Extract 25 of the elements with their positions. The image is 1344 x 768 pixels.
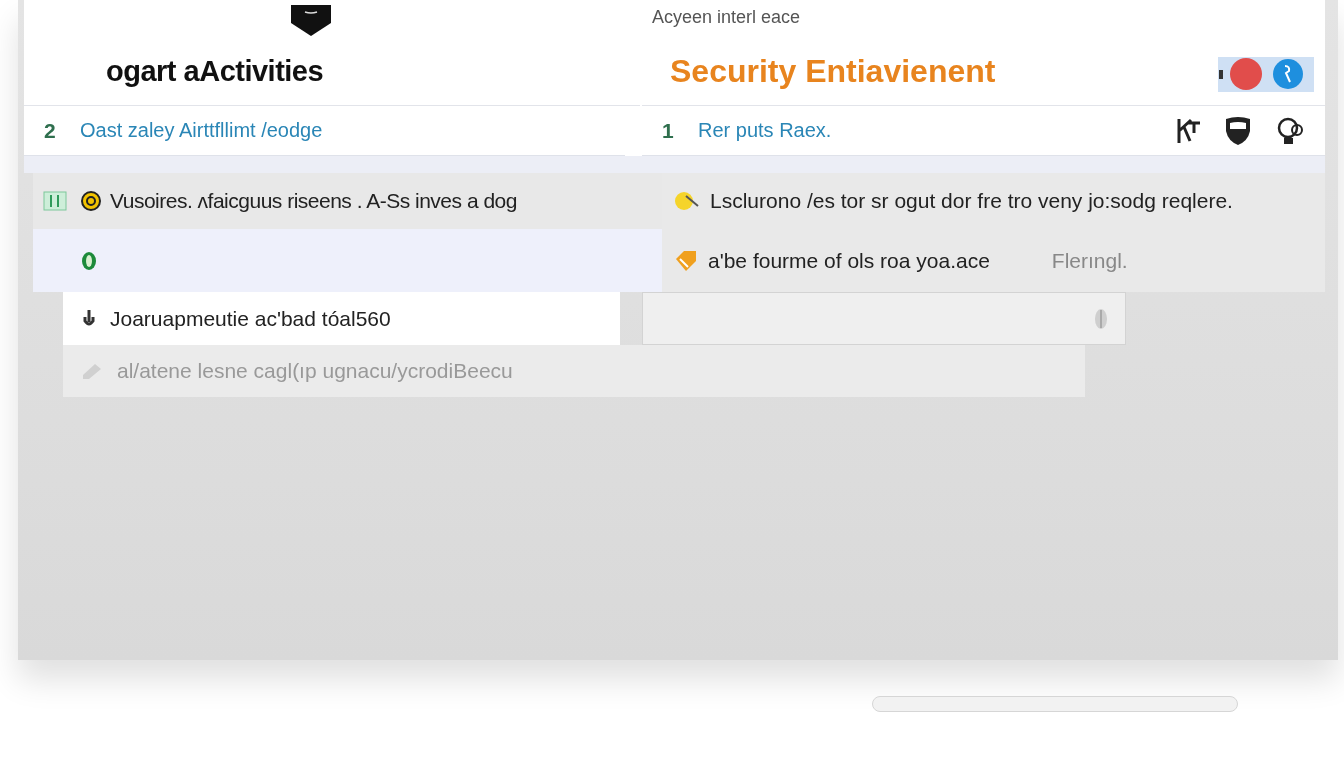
caption: Acyeen interl eace — [652, 7, 801, 28]
leaf-icon — [80, 250, 98, 271]
input-field[interactable] — [642, 292, 1126, 345]
report-link[interactable]: Rer puts Raex. — [698, 119, 832, 142]
panel-title: Security Entiavienent — [670, 53, 996, 90]
shield-icon[interactable] — [1224, 115, 1252, 146]
entry-field[interactable]: Joaruapmeutie ac'bad tóal560 — [63, 292, 620, 345]
row-text: Vusoires. ʌfaicguus riseens . A-Ss inves a dog — [110, 189, 517, 213]
panel-title: ogart aActivities — [106, 55, 324, 88]
item-number: 2 — [44, 118, 57, 143]
row-text: Lsclurono /es tor sr ogut dor fre tro veny jo:sodg reqlere. — [710, 189, 1233, 213]
toggle-switch[interactable] — [1218, 57, 1314, 92]
list-row[interactable]: Lsclurono /es tor sr ogut dor fre tro veny jo:sodg reqlere. — [662, 173, 1325, 229]
item-number: 1 — [662, 118, 675, 143]
activity-link[interactable]: Oast zaley Airttfllimt /eodge — [80, 119, 323, 142]
list-row[interactable]: Vusoires. ʌfaicguus riseens . A-Ss inves a dog — [33, 173, 662, 229]
status-text: Flerıngl. — [1051, 248, 1128, 273]
document-icon — [43, 191, 67, 211]
pencil-icon — [81, 361, 103, 381]
tool-icon[interactable] — [1176, 116, 1202, 145]
list-row[interactable]: a'be fourme of ols roa yoa.ace Flerıngl. — [662, 229, 1325, 292]
row-text: al/atene lesne cagl(ıp ugnacu/ycrodiBeecu — [117, 359, 513, 383]
row-text: a'be fourme of ols roa yoa.ace — [708, 248, 990, 273]
tag-icon — [674, 248, 698, 273]
scrollbar[interactable] — [872, 696, 1238, 712]
